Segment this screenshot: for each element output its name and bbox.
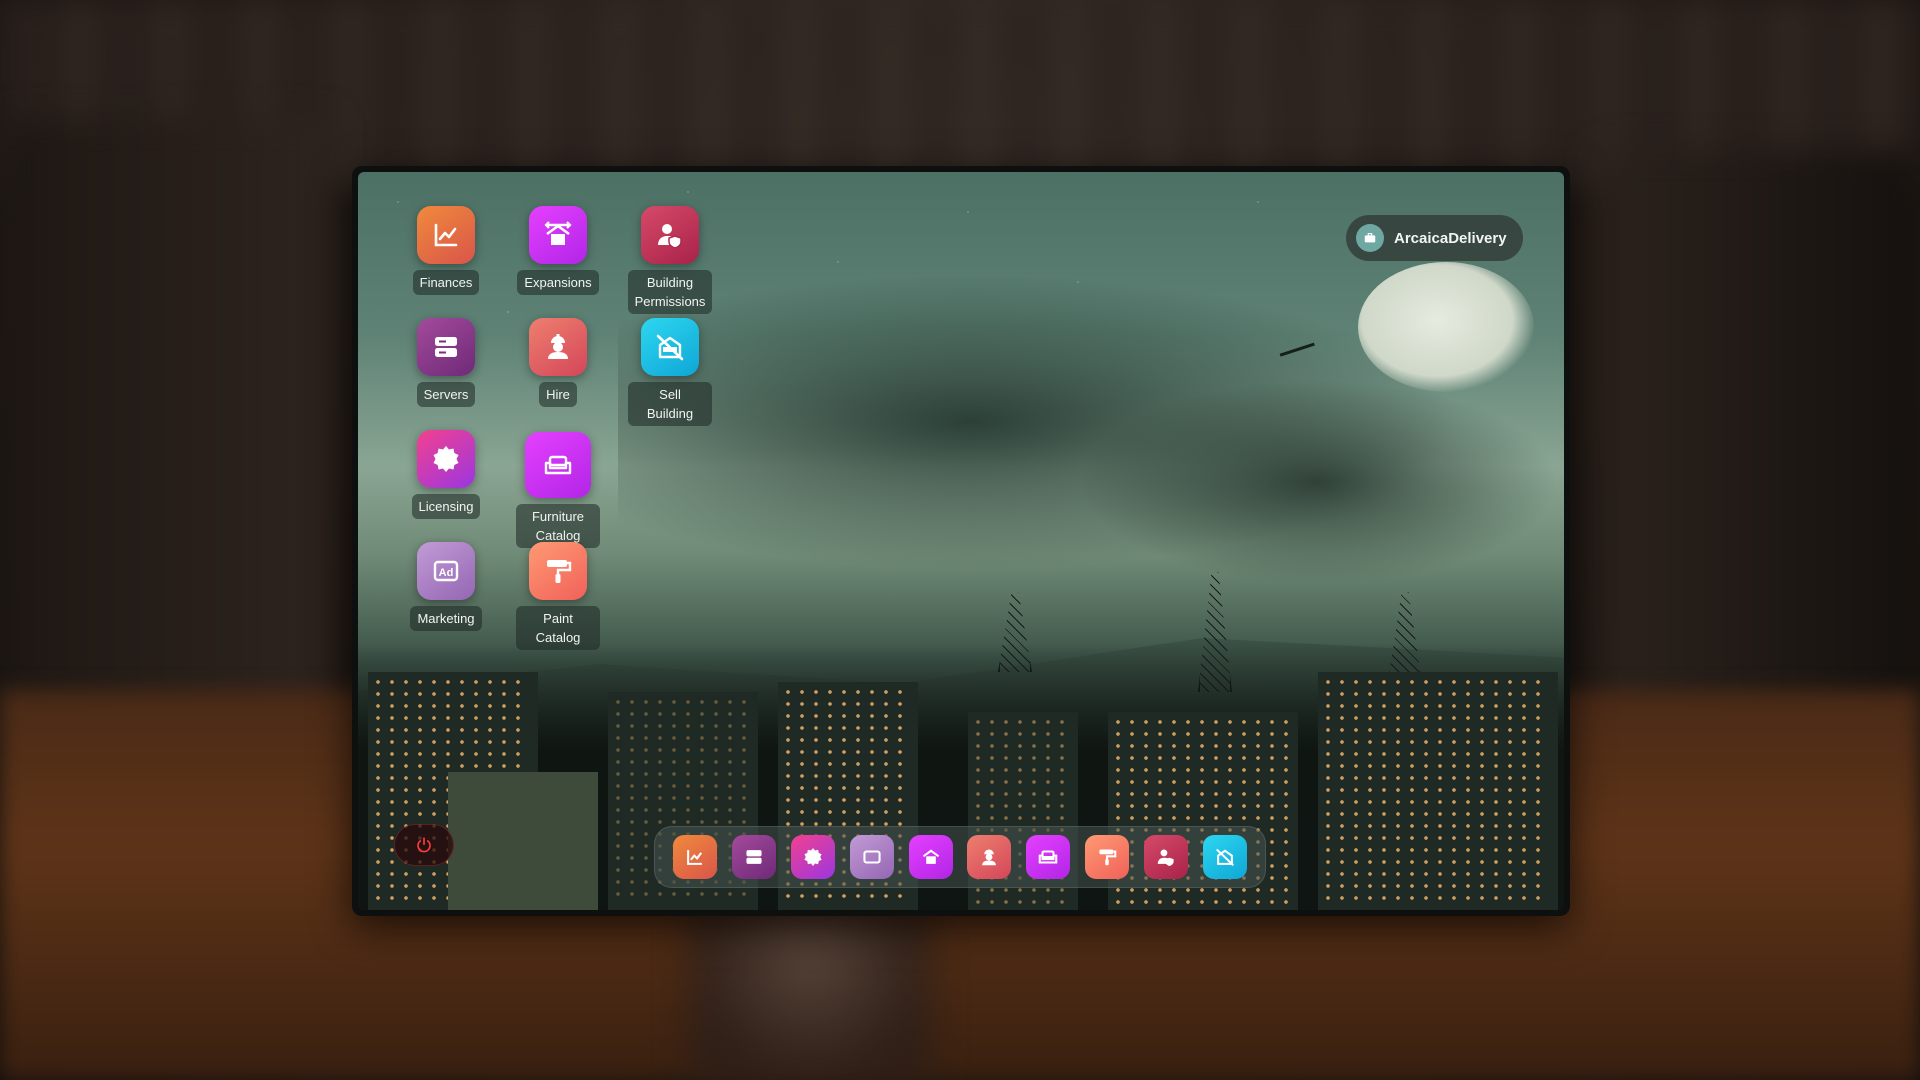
power-icon [417, 837, 431, 853]
desktop-screen: Finances Expansions Building Permissions… [358, 172, 1564, 910]
desktop-icon-label: Paint Catalog [516, 606, 600, 650]
dock-item-servers[interactable] [731, 835, 776, 879]
dock-item-sell-building[interactable] [1202, 835, 1247, 879]
paint-catalog-tile [529, 542, 587, 600]
desktop-icon-label: Hire [539, 382, 577, 407]
dock-item-finances[interactable] [673, 835, 717, 879]
desktop-icon-label: Licensing [411, 494, 481, 519]
desktop-icon-building-permissions[interactable]: Building Permissions [627, 206, 713, 314]
chart-line-icon [687, 850, 703, 865]
expansions-tile [529, 206, 587, 264]
monitor-stand [690, 905, 930, 1080]
sell-building-icon [656, 334, 684, 361]
sofa-icon [1038, 850, 1058, 864]
user-account-chip[interactable]: ArcaicaDelivery [1346, 215, 1523, 261]
dock-item-expansions[interactable] [908, 835, 953, 879]
paint-roller-icon [547, 560, 572, 583]
dock-item-hire[interactable] [967, 835, 1012, 879]
desktop-icon-servers[interactable]: Servers [404, 318, 488, 407]
badge-seal-icon [433, 446, 459, 472]
server-icon [746, 850, 762, 864]
server-icon [435, 337, 457, 357]
user-shield-icon [658, 224, 682, 249]
furniture-catalog-tile [525, 432, 591, 498]
svg-text:Ad: Ad [439, 567, 454, 579]
taskbar-dock [654, 826, 1266, 888]
ad-icon: Ad [433, 560, 459, 582]
licensing-tile [417, 430, 475, 488]
dock-item-paint-catalog[interactable] [1085, 835, 1130, 879]
sell-building-icon [1215, 848, 1234, 866]
wallpaper-moon [1358, 262, 1534, 392]
briefcase-icon [1356, 224, 1384, 252]
desktop-icon-finances[interactable]: Finances [404, 206, 488, 295]
power-button[interactable] [394, 824, 454, 866]
sofa-icon [544, 455, 572, 475]
desktop-icon-hire[interactable]: Hire [516, 318, 600, 407]
desktop-icon-label: Building Permissions [627, 270, 713, 314]
desktop-icon-label: Servers [416, 382, 476, 407]
desktop-icon-licensing[interactable]: Licensing [404, 430, 488, 519]
monitor: Finances Expansions Building Permissions… [352, 166, 1570, 916]
desktop-icon-label: Sell Building [628, 382, 712, 426]
desktop-icon-label: Expansions [517, 270, 599, 295]
worker-icon [548, 334, 568, 359]
wallpaper-cloud [1058, 372, 1564, 592]
desktop-icon-paint-catalog[interactable]: Paint Catalog [516, 542, 600, 650]
expand-building-icon [922, 849, 939, 864]
building-permissions-tile [641, 206, 699, 264]
paint-roller-icon [1099, 849, 1117, 866]
marketing-tile: Ad [417, 542, 475, 600]
expand-building-icon [544, 221, 572, 245]
worker-icon [982, 849, 997, 866]
right-wall [1600, 150, 1920, 710]
desktop-icon-furniture-catalog[interactable]: Furniture Catalog [516, 432, 600, 548]
dock-item-marketing[interactable] [849, 835, 894, 879]
user-shield-icon [1157, 849, 1174, 866]
chart-line-icon [434, 223, 458, 247]
left-wall [0, 120, 330, 720]
servers-tile [417, 318, 475, 376]
wallpaper-building [1318, 672, 1558, 910]
desktop-icon-label: Marketing [410, 606, 482, 631]
dock-item-licensing[interactable] [790, 835, 835, 879]
user-name: ArcaicaDelivery [1394, 229, 1507, 247]
dock-item-furniture-catalog[interactable] [1026, 835, 1071, 879]
dock-item-building-permissions[interactable] [1144, 835, 1188, 879]
hire-tile [529, 318, 587, 376]
sell-building-tile [641, 318, 699, 376]
desktop-icon-label: Finances [412, 270, 480, 295]
ad-icon [863, 850, 881, 864]
desktop-icon-marketing[interactable]: Ad Marketing [404, 542, 488, 631]
desktop-icon-expansions[interactable]: Expansions [516, 206, 600, 295]
finances-tile [417, 206, 475, 264]
badge-seal-icon [804, 848, 822, 866]
desktop-icon-sell-building[interactable]: Sell Building [628, 318, 712, 426]
wallpaper-rooftop-units [448, 772, 598, 910]
